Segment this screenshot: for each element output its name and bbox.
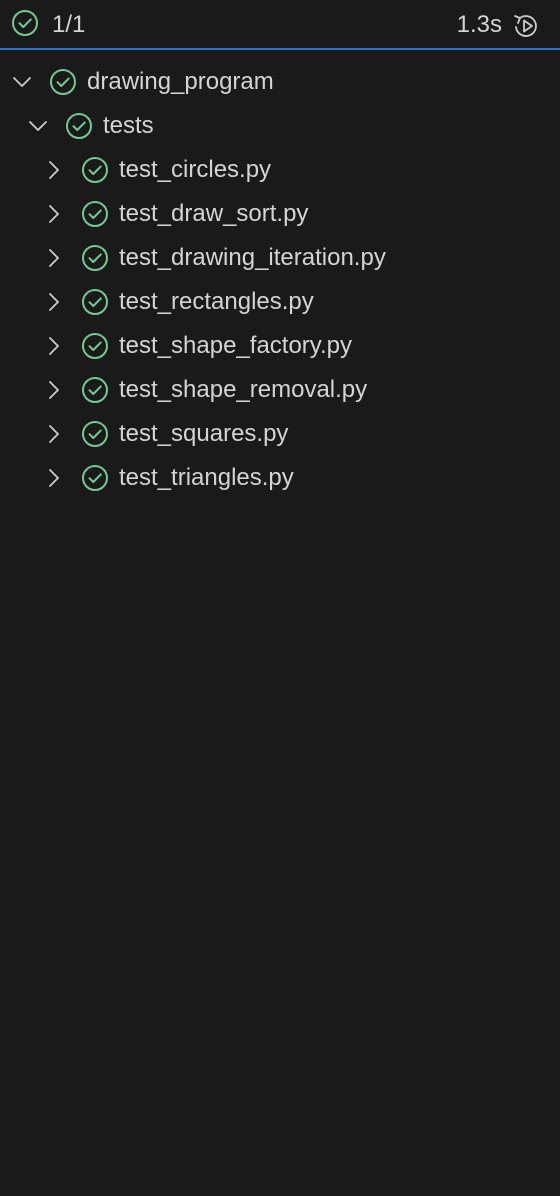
tree-item-test-file[interactable]: test_triangles.py <box>0 456 560 500</box>
tree-item-test-file[interactable]: test_shape_removal.py <box>0 368 560 412</box>
check-circle-icon <box>80 287 110 317</box>
check-circle-icon <box>64 111 94 141</box>
chevron-right-icon[interactable] <box>42 290 66 314</box>
check-circle-icon <box>80 463 110 493</box>
check-circle-icon <box>80 331 110 361</box>
test-results-header: 1/1 1.3s <box>0 0 560 50</box>
chevron-right-icon[interactable] <box>42 202 66 226</box>
tree-item-label: test_circles.py <box>119 156 272 183</box>
tree-item-drawing-program[interactable]: drawing_program <box>0 60 560 104</box>
check-circle-icon <box>80 155 110 185</box>
tree-item-label: test_shape_removal.py <box>119 376 368 403</box>
tree-item-test-file[interactable]: test_draw_sort.py <box>0 192 560 236</box>
tree-item-label: test_squares.py <box>119 420 289 447</box>
tree-item-test-file[interactable]: test_drawing_iteration.py <box>0 236 560 280</box>
tree-item-test-file[interactable]: test_circles.py <box>0 148 560 192</box>
tree-item-label: test_draw_sort.py <box>119 200 309 227</box>
check-circle-icon <box>10 8 40 43</box>
check-circle-icon <box>80 243 110 273</box>
chevron-right-icon[interactable] <box>42 422 66 446</box>
tree-item-tests[interactable]: tests <box>0 104 560 148</box>
test-summary: 1/1 <box>10 8 85 42</box>
check-circle-icon <box>80 375 110 405</box>
summary-count: 1/1 <box>52 11 86 38</box>
tree-item-test-file[interactable]: test_rectangles.py <box>0 280 560 324</box>
tree-item-test-file[interactable]: test_squares.py <box>0 412 560 456</box>
tree-item-label: test_drawing_iteration.py <box>119 244 386 271</box>
check-circle-icon <box>48 67 78 97</box>
chevron-right-icon[interactable] <box>42 158 66 182</box>
chevron-right-icon[interactable] <box>42 378 66 402</box>
test-tree: drawing_program tests test_circles.py te… <box>0 60 560 500</box>
tree-item-label: test_shape_factory.py <box>119 332 353 359</box>
tree-item-label: tests <box>103 112 154 139</box>
tree-item-label: drawing_program <box>87 68 274 95</box>
chevron-right-icon[interactable] <box>42 466 66 490</box>
check-circle-icon <box>80 419 110 449</box>
chevron-down-icon[interactable] <box>26 114 50 138</box>
tree-item-test-file[interactable]: test_shape_factory.py <box>0 324 560 368</box>
chevron-right-icon[interactable] <box>42 246 66 270</box>
tree-item-label: test_rectangles.py <box>119 288 314 315</box>
duration-label: 1.3s <box>456 11 502 38</box>
tree-item-label: test_triangles.py <box>119 464 294 491</box>
check-circle-icon <box>80 199 110 229</box>
chevron-right-icon[interactable] <box>42 334 66 358</box>
chevron-down-icon[interactable] <box>10 70 34 94</box>
rerun-icon[interactable] <box>510 10 542 42</box>
